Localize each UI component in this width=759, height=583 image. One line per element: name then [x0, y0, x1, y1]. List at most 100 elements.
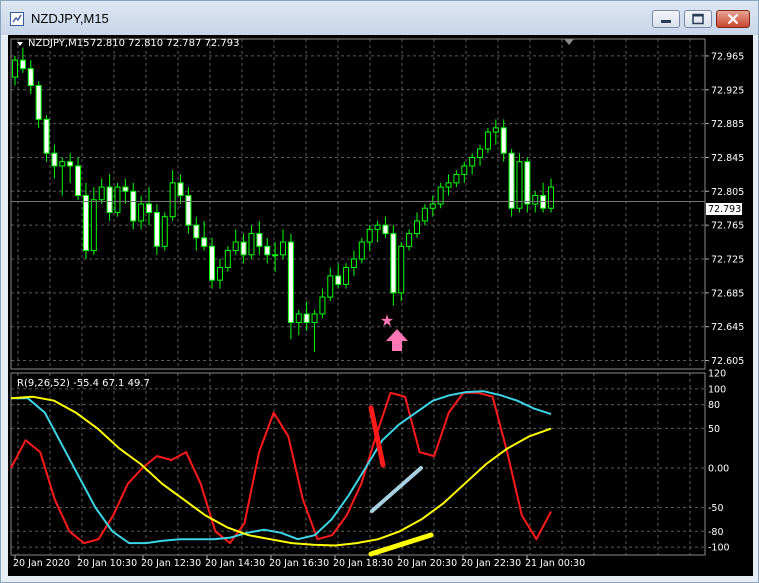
- candle-body: [98, 186, 105, 201]
- time-tick-label: 20 Jan 12:30: [141, 558, 201, 569]
- candle-body: [256, 233, 263, 247]
- candle-body: [374, 224, 381, 230]
- candle-body: [138, 203, 145, 222]
- candle-body: [398, 245, 405, 294]
- price-tick-label: 72.725: [711, 255, 744, 266]
- candle-body: [366, 228, 373, 243]
- indicator-label: R(9,26,52) -55.4 67.1 49.7: [17, 378, 150, 389]
- indicator-panel-frame: [10, 372, 706, 556]
- candle-body: [414, 220, 420, 235]
- chart-area[interactable]: ★ NZDJPY,M15 72.810 72.810 72.787 72.793…: [8, 35, 753, 576]
- indicator-tick-label: -100: [708, 543, 730, 554]
- minimize-button[interactable]: [652, 10, 680, 28]
- candle-body: [185, 195, 192, 226]
- candle-body: [248, 233, 255, 256]
- time-tick-label: 20 Jan 16:30: [269, 558, 329, 569]
- candle-body: [453, 173, 460, 184]
- candle-body: [59, 161, 66, 167]
- candle-body: [51, 152, 58, 167]
- price-tick-label: 72.765: [711, 221, 744, 232]
- indicator-tick-label: 80: [708, 400, 720, 411]
- candle-body: [264, 245, 271, 256]
- candle-body: [429, 203, 436, 209]
- candle-body: [484, 131, 491, 150]
- candle-body: [169, 182, 176, 218]
- candle-body: [461, 165, 468, 175]
- chart-window-icon: [10, 12, 24, 26]
- window-title: NZDJPY,M15: [31, 11, 109, 26]
- candle-body: [82, 195, 89, 252]
- chart-canvas[interactable]: ★ NZDJPY,M15 72.810 72.810 72.787 72.793…: [8, 35, 753, 576]
- price-tick-label: 72.605: [711, 356, 744, 367]
- candle-body: [390, 233, 397, 294]
- price-tick-label: 72.805: [711, 187, 744, 198]
- candle-body: [350, 258, 357, 268]
- candle-body: [27, 68, 34, 87]
- candle-body: [67, 161, 74, 167]
- candle-body: [146, 203, 152, 213]
- candle-body: [343, 266, 350, 285]
- candle-body: [177, 182, 184, 197]
- terminal-chart-window: NZDJPY,M15 ★ NZDJPY,M15 72.810 72.810 72…: [0, 0, 759, 583]
- candle-body: [492, 127, 499, 133]
- candle-body: [193, 224, 200, 239]
- price-tick-label: 72.925: [711, 85, 744, 96]
- candle-body: [287, 241, 294, 323]
- candle-body: [232, 241, 239, 252]
- candle-body: [303, 313, 310, 323]
- chart-shift-marker-icon[interactable]: [564, 39, 574, 45]
- price-tick-label: 72.845: [711, 153, 744, 164]
- candle-body: [311, 313, 318, 323]
- star-icon: ★: [380, 311, 394, 330]
- candle-body: [161, 216, 168, 247]
- candle-body: [280, 241, 286, 256]
- candle-body: [35, 85, 42, 120]
- price-tick-label: 72.685: [711, 288, 744, 299]
- candle-body: [548, 186, 554, 209]
- chart-markers: ★: [380, 311, 408, 351]
- symbol-label: NZDJPY,M15: [28, 38, 89, 49]
- time-tick-label: 20 Jan 2020: [13, 558, 70, 569]
- candle-body: [209, 245, 216, 281]
- candle-body: [224, 250, 231, 268]
- candle-body: [500, 127, 507, 154]
- time-tick-label: 20 Jan 20:30: [397, 558, 457, 569]
- candle-body: [90, 199, 97, 252]
- time-tick-label: 21 Jan 00:30: [525, 558, 585, 569]
- maximize-button[interactable]: [684, 10, 712, 28]
- candle-body: [12, 59, 18, 78]
- time-axis: 20 Jan 2020 20 Jan 10:30 20 Jan 12:30 20 Ja…: [13, 555, 585, 569]
- candle-body: [327, 275, 334, 298]
- time-tick-label: 20 Jan 22:30: [461, 558, 521, 569]
- candle-body: [114, 186, 121, 213]
- candle-body: [43, 118, 50, 154]
- candle-body: [295, 313, 302, 323]
- price-tick-label: 72.645: [711, 322, 744, 333]
- price-tick-label: 72.885: [711, 119, 744, 130]
- indicator-line-3: [10, 395, 552, 547]
- candle-body: [153, 211, 160, 247]
- maximize-icon: [692, 13, 704, 25]
- candle-body: [532, 195, 539, 205]
- candle-body: [335, 275, 342, 285]
- candle-body: [382, 224, 389, 235]
- current-price-label: 72.793: [708, 204, 741, 215]
- chart-grid: [11, 39, 705, 555]
- price-tick-label: 72.965: [711, 51, 744, 62]
- title-bar[interactable]: NZDJPY,M15: [1, 1, 758, 35]
- candle-body: [272, 254, 279, 257]
- candle-body: [240, 241, 247, 256]
- cyan-trend-stroke: [370, 466, 423, 513]
- indicator-tick-label: 100: [708, 384, 726, 395]
- candle-body: [508, 152, 515, 209]
- indicator-line-2: [11, 390, 552, 545]
- time-tick-label: 20 Jan 18:30: [333, 558, 393, 569]
- close-button[interactable]: [716, 10, 750, 28]
- ohlc-readout: 72.810 72.810 72.787 72.793: [90, 38, 240, 49]
- candle-body: [216, 266, 223, 281]
- indicator-tick-label: -50: [708, 503, 724, 514]
- candle-body: [406, 233, 413, 247]
- time-tick-label: 20 Jan 14:30: [205, 558, 265, 569]
- candle-body: [445, 182, 452, 188]
- candle-body: [319, 296, 326, 315]
